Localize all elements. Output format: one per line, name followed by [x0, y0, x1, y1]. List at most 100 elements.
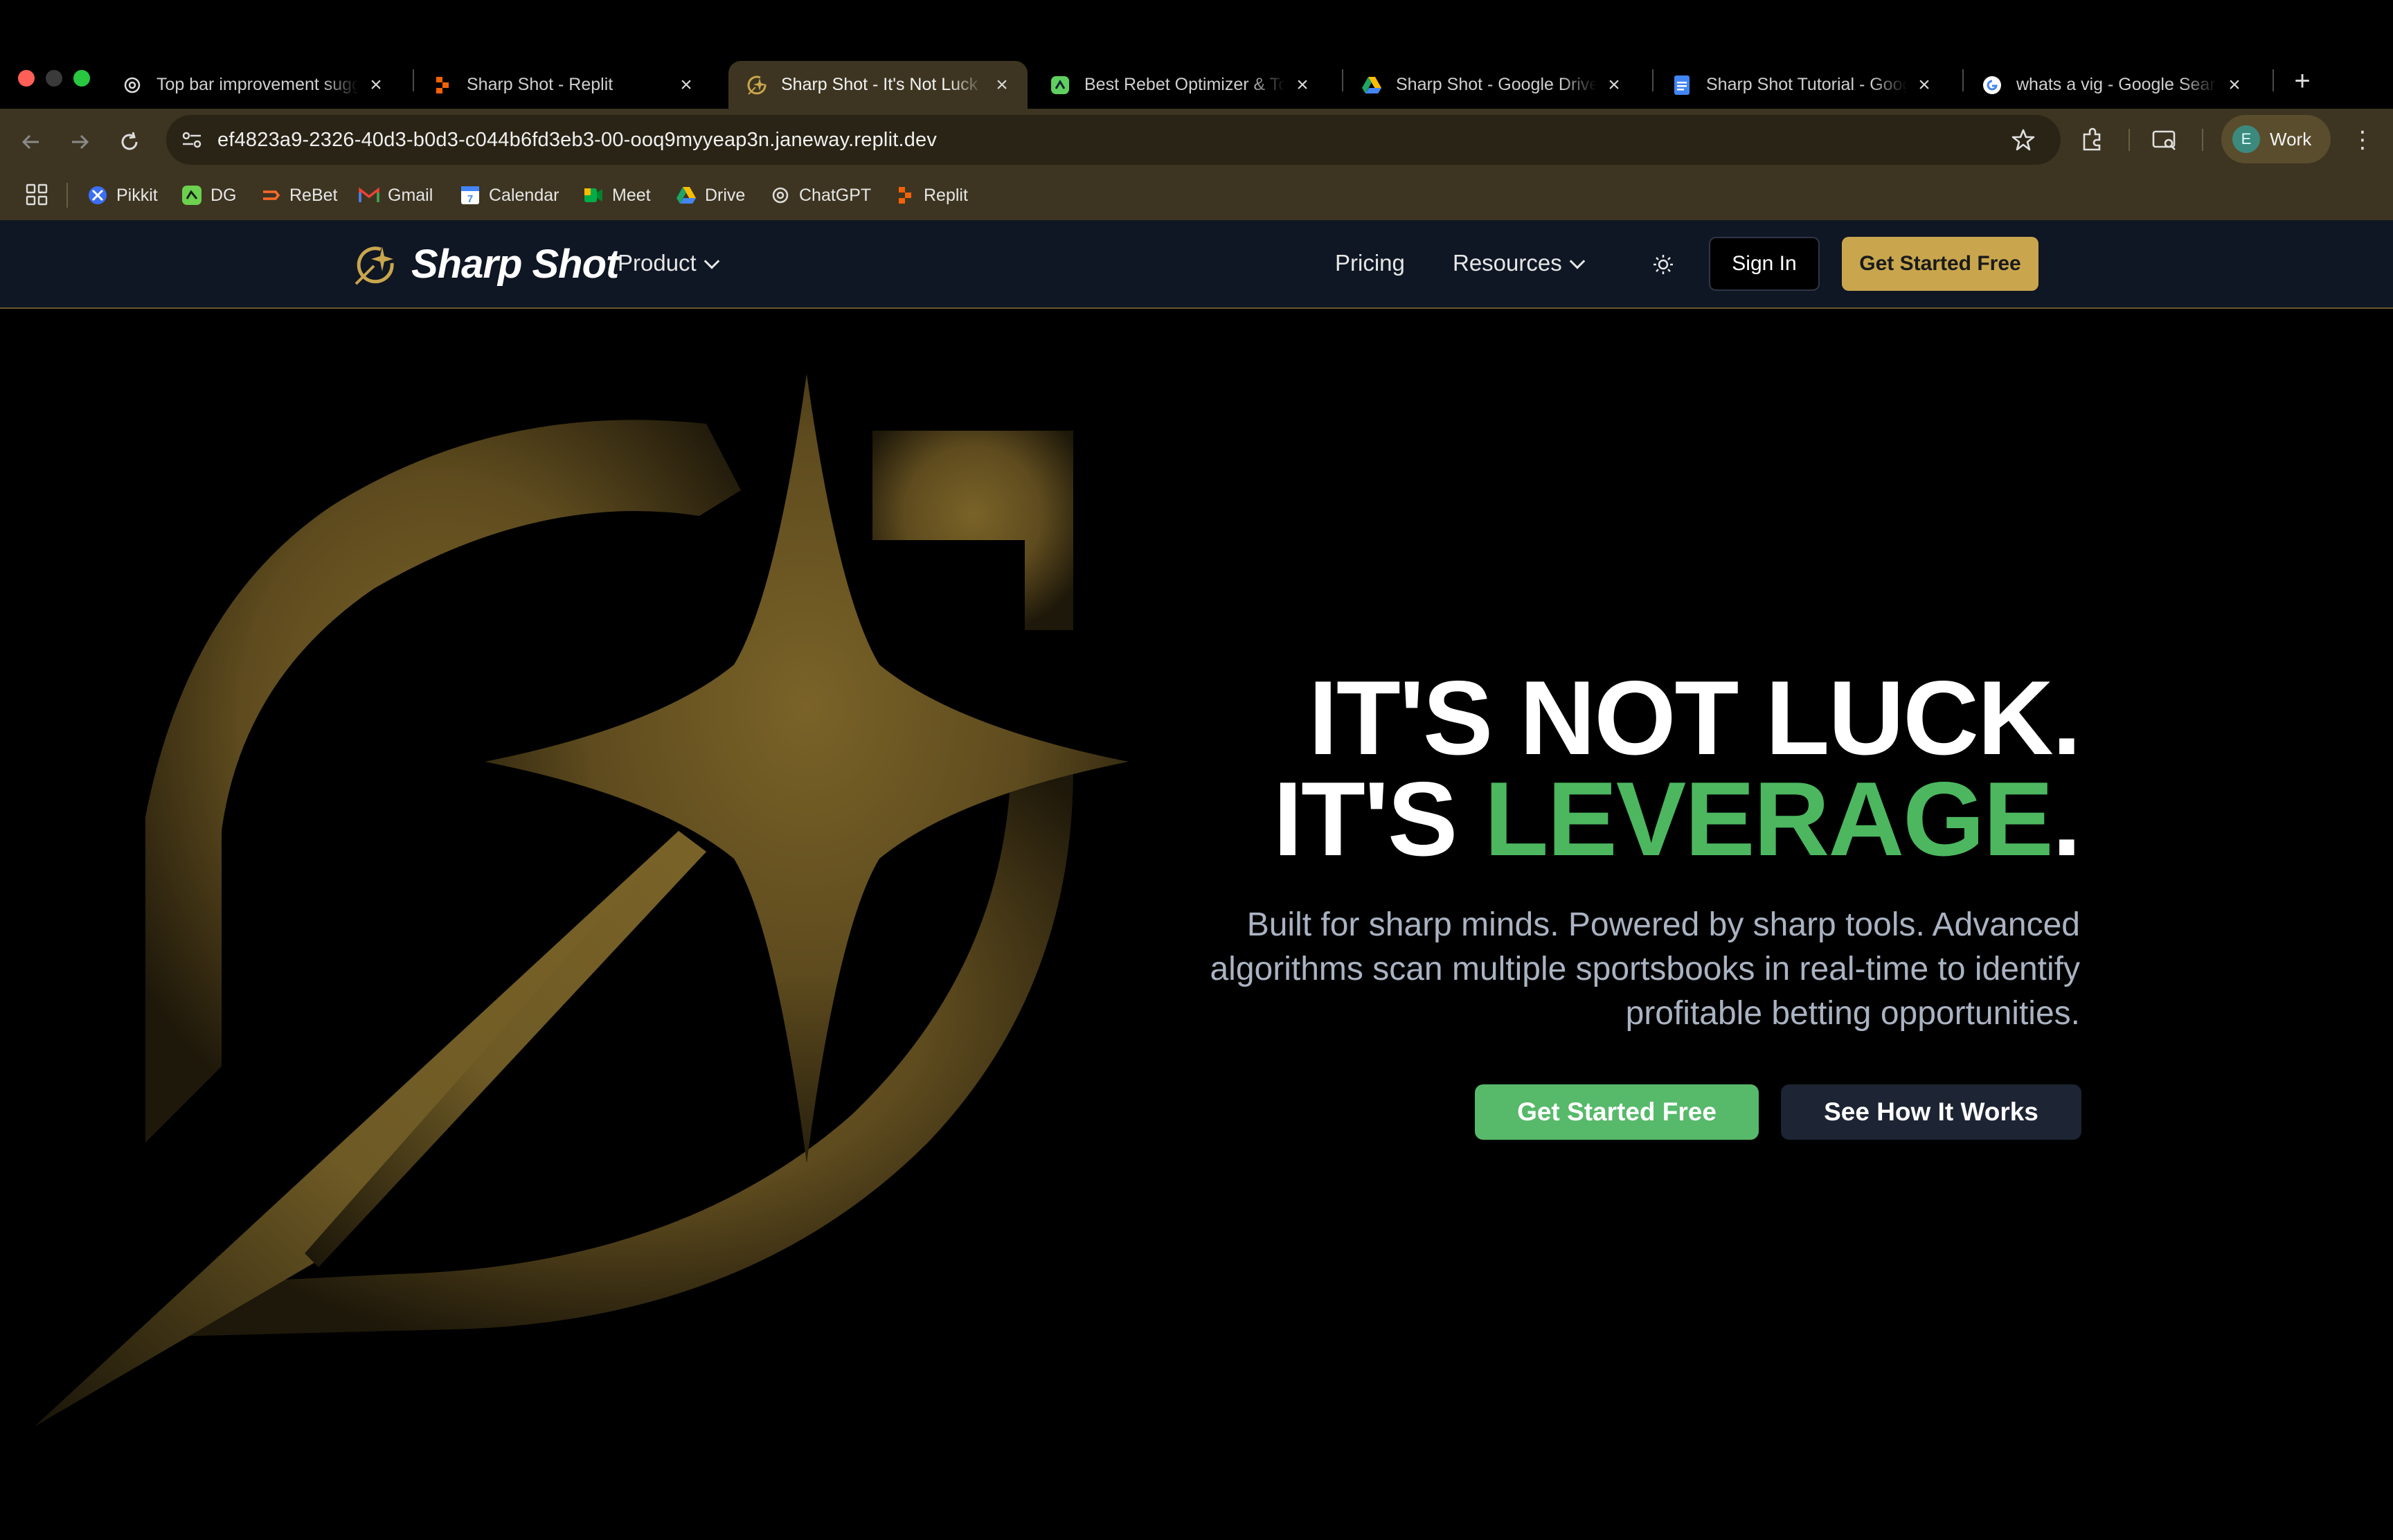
- bookmark-label: Meet: [612, 185, 651, 205]
- bookmark-label: Replit: [924, 185, 968, 205]
- rebet-icon: [260, 185, 281, 206]
- hero-headline: IT'S NOT LUCK. IT'S LEVERAGE.: [1273, 659, 2081, 872]
- window-zoom-button[interactable]: [73, 70, 90, 87]
- window-close-button[interactable]: [18, 70, 35, 87]
- close-icon[interactable]: ×: [2224, 73, 2245, 97]
- close-icon[interactable]: ×: [676, 73, 697, 97]
- browser-tab[interactable]: Sharp Shot Tutorial - Googl ×: [1653, 61, 1950, 109]
- meet-icon: [583, 185, 604, 206]
- see-how-it-works-button[interactable]: See How It Works: [1781, 1084, 2081, 1140]
- bookmark-drive[interactable]: Drive: [676, 181, 745, 209]
- tab-title: whats a vig - Google Searc: [2016, 75, 2217, 94]
- apps-grid-icon[interactable]: [25, 183, 48, 206]
- chevron-down-icon: [1569, 253, 1586, 269]
- tab-title: Sharp Shot - Replit: [467, 75, 613, 94]
- chatgpt-icon: [122, 75, 143, 96]
- sign-in-button[interactable]: Sign In: [1709, 237, 1820, 291]
- tab-title: Sharp Shot Tutorial - Googl: [1706, 75, 1907, 94]
- calendar-icon: 7: [460, 185, 481, 206]
- bookmark-chatgpt[interactable]: ChatGPT: [770, 181, 871, 209]
- close-icon[interactable]: ×: [1914, 73, 1935, 97]
- chatgpt-icon: [770, 185, 791, 206]
- bookmark-replit[interactable]: Replit: [895, 181, 968, 209]
- bookmark-label: Pikkit: [116, 185, 158, 205]
- toolbar-divider: [2128, 129, 2130, 151]
- brand-name[interactable]: Sharp Shot: [411, 241, 619, 287]
- tab-divider: [2273, 69, 2274, 91]
- bookmark-calendar[interactable]: 7 Calendar: [460, 181, 559, 209]
- bookmark-pikkit[interactable]: Pikkit: [87, 181, 158, 209]
- close-icon[interactable]: ×: [992, 73, 1012, 97]
- tab-title: Sharp Shot - Google Drive: [1396, 75, 1597, 94]
- browser-tab[interactable]: whats a vig - Google Searc ×: [1964, 61, 2260, 109]
- profile-label: Work: [2270, 128, 2312, 150]
- back-icon[interactable]: [14, 125, 48, 159]
- get-started-hero-button[interactable]: Get Started Free: [1475, 1084, 1759, 1140]
- tab-title: Sharp Shot - It's Not Luck: [781, 75, 978, 94]
- tab-title: Top bar improvement sugg: [156, 75, 359, 94]
- bookmark-label: ReBet: [289, 185, 338, 205]
- replit-icon: [895, 185, 915, 206]
- browser-tab[interactable]: Sharp Shot - Google Drive ×: [1343, 61, 1640, 109]
- bookmark-label: DG: [210, 185, 237, 205]
- tab-title: Best Rebet Optimizer & To: [1084, 75, 1285, 94]
- browser-tab[interactable]: Best Rebet Optimizer & To ×: [1032, 61, 1328, 109]
- bookmark-label: ChatGPT: [799, 185, 872, 205]
- bookmark-label: Drive: [705, 185, 746, 205]
- bookmark-gmail[interactable]: Gmail: [359, 181, 433, 209]
- get-started-header-button[interactable]: Get Started Free: [1842, 237, 2038, 291]
- nav-resources-label: Resources: [1453, 250, 1562, 276]
- bookmarks-divider: [66, 183, 68, 208]
- dg-icon: [181, 185, 202, 206]
- sharp-shot-icon: [746, 75, 767, 96]
- bookmark-dg[interactable]: DG: [181, 181, 237, 209]
- nav-product-label: Product: [618, 250, 697, 276]
- avatar: E: [2232, 125, 2260, 153]
- browser-tab-active[interactable]: Sharp Shot - It's Not Luck ×: [728, 61, 1028, 109]
- hero-subtitle: Built for sharp minds. Powered by sharp …: [1210, 906, 2080, 1032]
- nav-product-dropdown[interactable]: Product: [618, 248, 720, 278]
- bookmark-star-icon[interactable]: [2008, 125, 2038, 155]
- tab-search-icon[interactable]: [2149, 125, 2180, 155]
- browser-tab[interactable]: Sharp Shot - Replit ×: [414, 61, 712, 109]
- svg-text:7: 7: [467, 193, 473, 205]
- toolbar-divider: [2202, 129, 2203, 151]
- gmail-icon: [359, 185, 379, 206]
- drive-icon: [676, 185, 697, 206]
- reload-icon[interactable]: [112, 125, 147, 159]
- google-drive-icon: [1361, 75, 1382, 96]
- hero-headline-line2: IT'S LEVERAGE.: [1273, 767, 2081, 872]
- kebab-menu-icon[interactable]: ⋮: [2349, 125, 2376, 155]
- window-minimize-button[interactable]: [46, 70, 62, 87]
- nav-resources-dropdown[interactable]: Resources: [1453, 248, 1586, 278]
- replit-icon: [432, 75, 453, 96]
- hero-headline-line1: IT'S NOT LUCK.: [1308, 659, 2081, 777]
- browser-tab-strip: Top bar improvement sugg × Sharp Shot - …: [0, 0, 2393, 109]
- close-icon[interactable]: ×: [1292, 73, 1313, 97]
- forward-icon[interactable]: [62, 125, 97, 159]
- close-icon[interactable]: ×: [366, 73, 386, 97]
- new-tab-button[interactable]: +: [2285, 64, 2320, 98]
- chevron-down-icon: [703, 253, 720, 269]
- hero-emblem-icon: [35, 374, 1129, 1426]
- brand-logo-icon[interactable]: [353, 242, 397, 287]
- bookmark-label: Calendar: [489, 185, 559, 205]
- headline-prefix: IT'S: [1273, 760, 1485, 878]
- url-text[interactable]: ef4823a9-2326-40d3-b0d3-c044b6fd3eb3-00-…: [217, 127, 937, 153]
- profile-button[interactable]: E Work: [2221, 115, 2331, 163]
- headline-suffix: .: [2052, 760, 2081, 878]
- google-icon: [1982, 75, 2002, 96]
- bookmark-meet[interactable]: Meet: [583, 181, 651, 209]
- site-info-icon[interactable]: [179, 127, 205, 153]
- nav-pricing-link[interactable]: Pricing: [1335, 248, 1405, 278]
- extensions-icon[interactable]: [2077, 125, 2108, 155]
- rebet-optimizer-icon: [1050, 75, 1070, 96]
- sun-icon[interactable]: [1648, 249, 1678, 280]
- bookmark-rebet[interactable]: ReBet: [260, 181, 337, 209]
- google-docs-icon: [1671, 75, 1692, 96]
- close-icon[interactable]: ×: [1604, 73, 1624, 97]
- browser-tab[interactable]: Top bar improvement sugg ×: [104, 61, 402, 109]
- bookmark-label: Gmail: [388, 185, 433, 205]
- headline-accent: LEVERAGE: [1484, 760, 2054, 878]
- pikkit-icon: [87, 185, 108, 206]
